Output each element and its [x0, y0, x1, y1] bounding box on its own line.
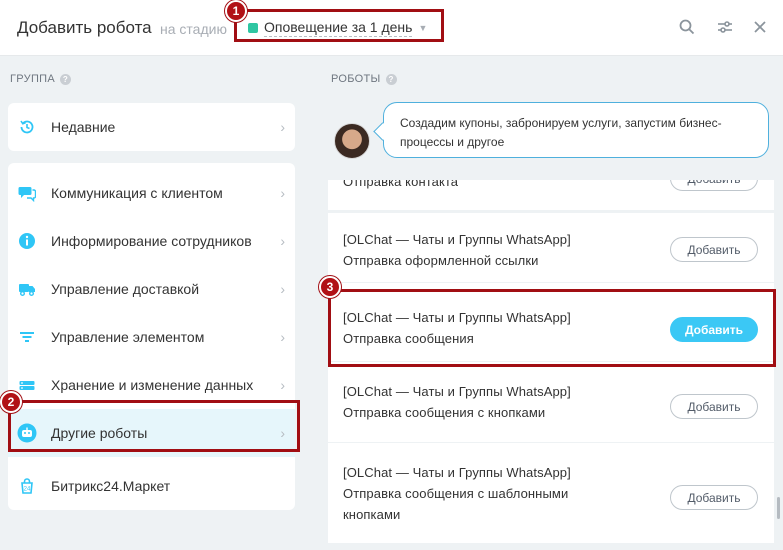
help-icon[interactable]: ? [385, 73, 397, 85]
help-icon[interactable]: ? [60, 73, 71, 85]
robot-title: [OLChat — Чаты и Группы WhatsApp] Отправ… [343, 229, 571, 271]
callout-frame-2 [8, 400, 300, 452]
callout-frame-3 [328, 289, 776, 367]
history-icon [16, 116, 38, 138]
group-item-label: Недавние [51, 119, 116, 135]
group-item-recent[interactable]: Недавние › [8, 103, 295, 151]
robot-title-line2: Отправка сообщения с шаблонными [343, 486, 569, 501]
hint-bubble: Создадим купоны, забронируем услуги, зап… [383, 102, 769, 158]
group-item-employee-info[interactable]: Информирование сотрудников › [8, 217, 295, 265]
robot-title: [OLChat — Чаты и Группы WhatsApp] Отправ… [343, 462, 571, 525]
robot-card: [OLChat — Чаты и Группы WhatsApp] Отправ… [328, 443, 774, 543]
add-robot-button[interactable]: Добавить [670, 180, 758, 191]
info-icon [16, 230, 38, 252]
settings-sliders-icon[interactable] [715, 17, 735, 37]
robot-title-line3: кнопками [343, 507, 401, 522]
database-icon [16, 374, 38, 396]
chevron-right-icon: › [280, 233, 285, 249]
group-item-element[interactable]: Управление элементом › [8, 313, 295, 361]
add-robot-button[interactable]: Добавить [670, 237, 758, 262]
filter-icon [16, 326, 38, 348]
callout-frame-1 [234, 9, 444, 42]
robot-title-line1: [OLChat — Чаты и Группы WhatsApp] [343, 232, 571, 247]
avatar [334, 123, 370, 159]
group-item-communication[interactable]: Коммуникация с клиентом › [8, 169, 295, 217]
robots-section-title: РОБОТЫ ? [331, 73, 397, 85]
robot-title: Отправка контакта [343, 180, 459, 189]
chevron-right-icon: › [280, 185, 285, 201]
group-item-label: Хранение и изменение данных [51, 377, 254, 393]
page-title: Добавить робота [17, 18, 152, 37]
robot-title-line2: Отправка оформленной ссылки [343, 253, 539, 268]
add-robot-button[interactable]: Добавить [670, 394, 758, 419]
group-item-label: Управление элементом [51, 329, 205, 345]
stage-label: на стадию [160, 21, 227, 37]
truck-icon [16, 278, 38, 300]
svg-text:24: 24 [24, 487, 31, 493]
market-icon: 24 [16, 475, 38, 497]
callout-marker-2: 2 [0, 391, 22, 413]
recent-card: Недавние › [8, 103, 295, 151]
search-icon[interactable] [677, 17, 697, 37]
chevron-right-icon: › [280, 281, 285, 297]
group-item-delivery[interactable]: Управление доставкой › [8, 265, 295, 313]
group-item-label: Коммуникация с клиентом [51, 185, 223, 201]
chevron-right-icon: › [280, 377, 285, 393]
group-section-title: ГРУППА ? [10, 73, 71, 85]
market-card: 24 Битрикс24.Маркет [8, 462, 295, 510]
robot-title-line1: [OLChat — Чаты и Группы WhatsApp] [343, 384, 571, 399]
scrollbar[interactable] [777, 497, 780, 519]
callout-marker-3: 3 [319, 276, 341, 298]
add-robot-button[interactable]: Добавить [670, 485, 758, 510]
robots-section-label: РОБОТЫ [331, 73, 381, 85]
robot-title-line1: [OLChat — Чаты и Группы WhatsApp] [343, 465, 571, 480]
callout-marker-1: 1 [225, 0, 247, 22]
chevron-right-icon: › [280, 329, 285, 345]
robot-card: Отправка контакта Добавить [328, 180, 774, 210]
robot-card: [OLChat — Чаты и Группы WhatsApp] Отправ… [328, 213, 774, 282]
robot-title-line2: Отправка сообщения с кнопками [343, 405, 546, 420]
group-item-market[interactable]: 24 Битрикс24.Маркет [8, 462, 295, 510]
group-item-label: Информирование сотрудников [51, 233, 252, 249]
close-icon[interactable] [750, 17, 770, 37]
group-item-label: Управление доставкой [51, 281, 200, 297]
group-item-label: Битрикс24.Маркет [51, 478, 171, 494]
group-section-label: ГРУППА [10, 73, 55, 85]
group-panel: ГРУППА ? Недавние › Коммуникация с клиен… [0, 57, 315, 550]
chevron-right-icon: › [280, 119, 285, 135]
robot-card: [OLChat — Чаты и Группы WhatsApp] Отправ… [328, 362, 774, 442]
chat-icon [16, 182, 38, 204]
groups-card: Коммуникация с клиентом › Информирование… [8, 163, 295, 506]
robot-title: [OLChat — Чаты и Группы WhatsApp] Отправ… [343, 381, 571, 423]
